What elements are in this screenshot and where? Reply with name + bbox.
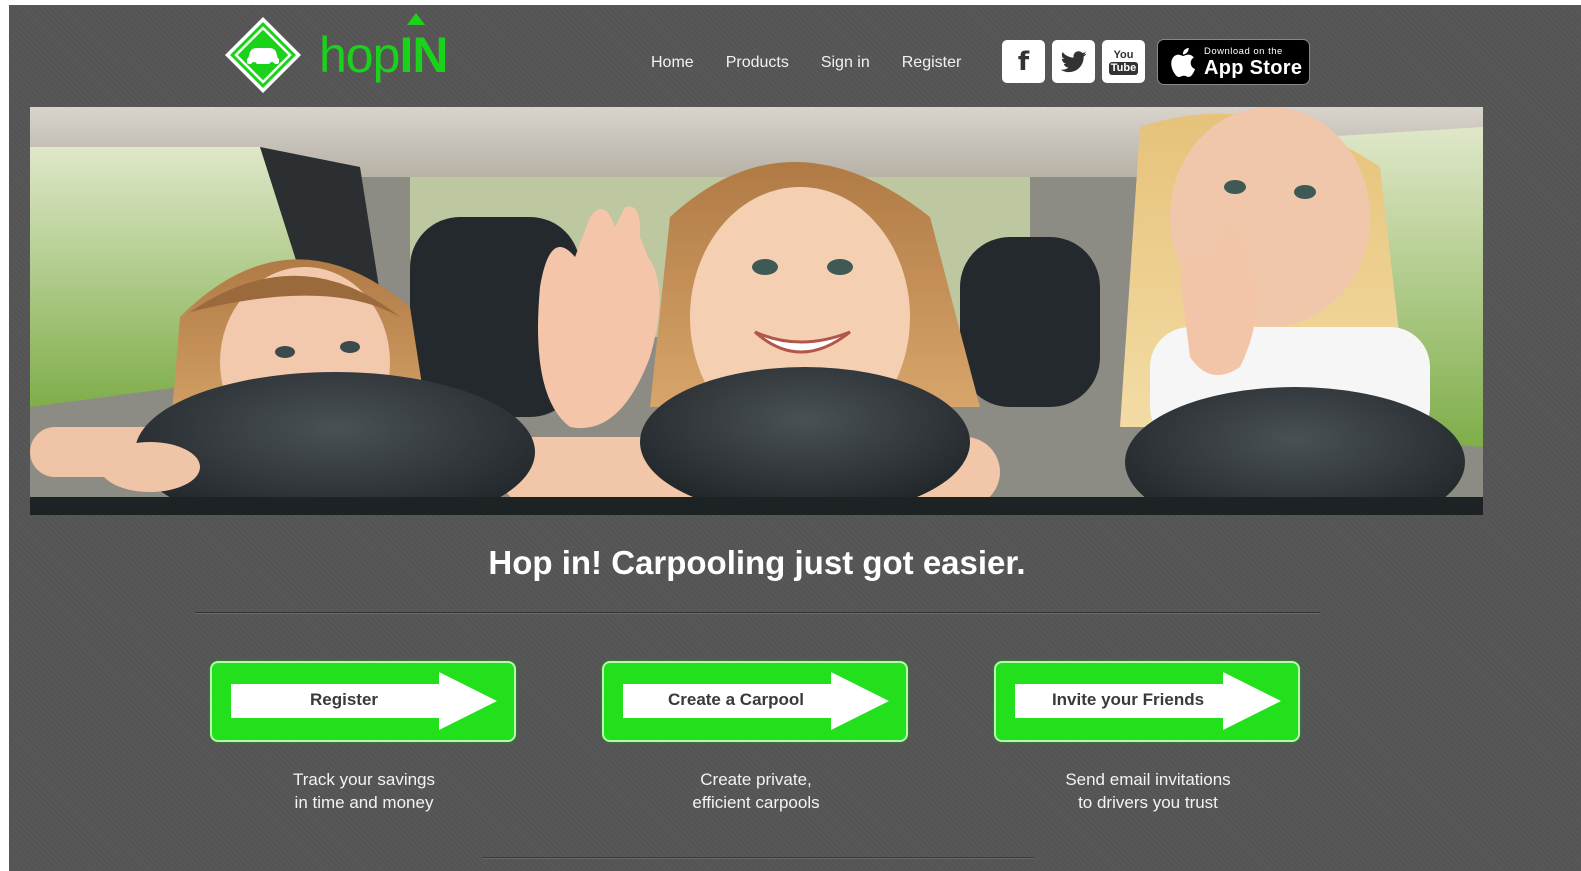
social-links: f You Tube (1002, 40, 1145, 83)
register-button-label: Register (309, 690, 379, 709)
youtube-button[interactable]: You Tube (1102, 40, 1145, 83)
page: hop IN Home Products Sign in Register f Y… (9, 5, 1581, 871)
register-description: Track your savings in time and money (210, 768, 518, 814)
register-button[interactable]: Register (210, 661, 516, 742)
create-carpool-button[interactable]: Create a Carpool (602, 661, 908, 742)
youtube-icon: You Tube (1108, 48, 1139, 75)
app-store-badge[interactable]: Download on the App Store (1157, 39, 1310, 85)
divider (195, 612, 1320, 614)
create-carpool-desc-line2: efficient carpools (692, 793, 820, 812)
invite-friends-desc-line1: Send email invitations (1065, 770, 1231, 789)
facebook-icon: f (1017, 46, 1030, 77)
youtube-text-you: You (1113, 48, 1134, 61)
invite-friends-desc-line2: to drivers you trust (1078, 793, 1218, 812)
nav-home[interactable]: Home (635, 51, 710, 75)
register-desc-line2: in time and money (294, 793, 434, 812)
create-carpool-button-label: Create a Carpool (667, 690, 805, 709)
nav-register[interactable]: Register (886, 51, 978, 75)
register-desc-line1: Track your savings (292, 770, 436, 789)
logo-text-in: IN (399, 13, 448, 83)
children-in-car-image (30, 107, 1483, 515)
main-nav: Home Products Sign in Register (635, 51, 977, 75)
create-carpool-description: Create private, efficient carpools (602, 768, 910, 814)
app-store-big-text: App Store (1204, 56, 1303, 79)
nav-sign-in[interactable]: Sign in (805, 51, 886, 75)
cta-create-carpool: Create a Carpool Create private, efficie… (602, 661, 910, 814)
logo-wordmark: hop IN (319, 13, 448, 83)
logo-text-in-label: IN (399, 27, 448, 83)
car-diamond-icon (225, 17, 301, 93)
twitter-button[interactable] (1052, 40, 1095, 83)
youtube-text-tube: Tube (1108, 61, 1139, 75)
invite-friends-description: Send email invitations to drivers you tr… (994, 768, 1302, 814)
invite-friends-button-label: Invite your Friends (1051, 690, 1205, 709)
apple-icon (1171, 47, 1196, 77)
create-carpool-desc-line1: Create private, (700, 770, 812, 789)
hero-photo (30, 107, 1483, 515)
hopin-logo[interactable]: hop IN (223, 13, 453, 95)
cta-register: Register Track your savings in time and … (210, 661, 518, 814)
bottom-divider (482, 857, 1034, 859)
cta-invite-friends: Invite your Friends Send email invitatio… (994, 661, 1302, 814)
twitter-icon (1060, 50, 1087, 72)
logo-text-hop: hop (319, 27, 400, 83)
tagline-heading: Hop in! Carpooling just got easier. (488, 544, 1026, 581)
app-store-small-text: Download on the (1204, 45, 1283, 57)
invite-friends-button[interactable]: Invite your Friends (994, 661, 1300, 742)
nav-products[interactable]: Products (710, 51, 805, 75)
arrow-up-icon (407, 13, 426, 25)
facebook-button[interactable]: f (1002, 40, 1045, 83)
